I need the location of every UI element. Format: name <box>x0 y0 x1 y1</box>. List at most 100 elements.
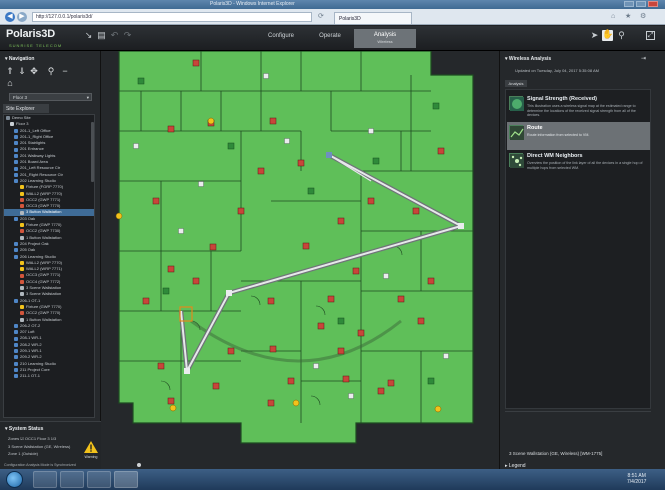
wireless-analysis-header[interactable]: ▾ Wireless Analysis <box>505 56 551 62</box>
sensor-icon <box>162 287 170 295</box>
refresh-icon[interactable]: ⟳ <box>318 13 325 20</box>
taskbar-app-active[interactable] <box>114 471 138 488</box>
collapse-icon[interactable]: ⇥ <box>641 55 646 62</box>
neighbors-thumbnail-icon <box>509 153 524 168</box>
light-fixture-icon <box>212 382 220 390</box>
rotate-icon[interactable]: ✥ <box>29 66 39 76</box>
analysis-item-title: Signal Strength (Received) <box>527 96 597 102</box>
site-explorer-tab[interactable]: Site Explorer <box>3 104 49 113</box>
navigation-header[interactable]: ▾ Navigation <box>5 56 34 62</box>
warning-device-icon <box>292 399 300 407</box>
wall-station-icon <box>198 181 204 187</box>
system-status-header[interactable]: ▾ System Status <box>5 426 43 432</box>
selected-device-footer: 3 Scene Wallstation (GE, Wireless) [WM-1… <box>509 451 603 456</box>
light-fixture-icon <box>377 387 385 395</box>
clock-date: 7/4/2017 <box>627 479 647 485</box>
taskbar-app-ie[interactable] <box>33 471 57 488</box>
room-icon <box>14 248 18 253</box>
warning-label: Warning <box>84 455 98 459</box>
tree-scrollbar[interactable] <box>91 122 94 182</box>
browser-tab-label: Polaris3D <box>339 16 361 22</box>
analysis-item-desc: Overview the position of the link layer … <box>527 161 643 170</box>
gear-icon[interactable]: ⚙ <box>640 13 647 20</box>
scroll-marker-icon <box>137 463 141 467</box>
taskbar-clock[interactable]: 8:51 AM 7/4/2017 <box>627 473 646 485</box>
zoom-out-icon[interactable]: − <box>60 66 70 76</box>
back-button[interactable]: ◀ <box>5 12 15 22</box>
pan-up-icon[interactable]: ⇑ <box>5 66 15 76</box>
analysis-item-route[interactable]: Route Route information from selected to… <box>507 122 650 150</box>
analysis-item-signal-strength[interactable]: Signal Strength (Received) This illustra… <box>507 93 650 121</box>
browser-tab[interactable]: Polaris3D <box>334 12 412 24</box>
taskbar-app-media[interactable] <box>87 471 111 488</box>
analysis-tab[interactable]: Analysis <box>505 80 527 87</box>
room-icon <box>14 361 18 366</box>
room-icon <box>14 242 18 247</box>
address-bar-region: ◀ ▶ http://127.0.0.1/polaris3d/ ⟳ Polari… <box>0 9 665 25</box>
room-icon <box>14 330 18 335</box>
close-window-button[interactable] <box>648 1 658 7</box>
save-icon[interactable]: ▤ <box>97 31 106 40</box>
wireless-analysis-title: Wireless Analysis <box>508 56 552 62</box>
fixture-icon <box>20 267 24 272</box>
forward-button[interactable]: ▶ <box>17 12 27 22</box>
sensor-icon <box>427 377 435 385</box>
sensor-icon <box>307 187 315 195</box>
start-button[interactable] <box>6 471 23 488</box>
light-fixture-icon <box>167 125 175 133</box>
fullscreen-icon[interactable]: ⤢ <box>646 31 655 40</box>
light-fixture-icon <box>287 377 295 385</box>
redo-icon[interactable]: ↷ <box>123 31 132 40</box>
sensor-icon <box>20 279 24 284</box>
app-logo-subtitle: SUNRISE TELECOM <box>9 43 63 48</box>
favorites-icon[interactable]: ★ <box>625 13 632 20</box>
light-fixture-icon <box>297 159 305 167</box>
tree-item[interactable]: 211-1 OT-1 <box>4 373 94 379</box>
floor-map-viewport[interactable] <box>101 51 499 469</box>
zoom-tool-icon[interactable]: ⚲ <box>617 31 626 40</box>
fixture-icon <box>20 191 24 196</box>
taskbar-app-explorer[interactable] <box>60 471 84 488</box>
analysis-item-desc: This illustration uses a wireless signal… <box>527 104 636 118</box>
status-footer: Configuration Analysis Mode is Synchroni… <box>4 463 76 467</box>
floor-plan-map[interactable] <box>101 51 499 469</box>
fixture-icon <box>20 305 24 310</box>
wall-station-icon <box>368 128 374 134</box>
maximize-button[interactable] <box>636 1 646 7</box>
route-hop-icon <box>184 368 190 374</box>
light-fixture-icon <box>269 345 277 353</box>
light-fixture-icon <box>357 329 365 337</box>
mode-tab-configure[interactable]: Configure <box>256 33 306 39</box>
home-icon[interactable]: ⌂ <box>611 13 618 20</box>
warning-icon[interactable] <box>84 441 98 454</box>
url-input[interactable]: http://127.0.0.1/polaris3d/ <box>32 12 312 22</box>
minimize-button[interactable] <box>624 1 634 7</box>
window-titlebar: Polaris3D - Windows Internet Explorer <box>0 0 665 9</box>
room-icon <box>14 216 18 221</box>
room-icon <box>14 323 18 328</box>
zoom-icon[interactable]: ⚲ <box>46 66 56 76</box>
floor-icon <box>10 122 14 127</box>
light-fixture-icon <box>237 207 245 215</box>
wall-station-icon <box>284 138 290 144</box>
light-fixture-icon <box>302 242 310 250</box>
pan-down-icon[interactable]: ⇓ <box>17 66 27 76</box>
mode-tab-operate[interactable]: Operate <box>310 33 350 39</box>
hand-tool-icon[interactable]: ✋ <box>602 30 613 41</box>
room-icon <box>14 179 18 184</box>
floor-select[interactable]: Floor 3 ▾ <box>9 93 92 101</box>
undo-icon[interactable]: ↶ <box>110 31 119 40</box>
site-explorer-tree: Demo Site Floor 3 201-1_Left Office 201-1_R… <box>3 114 95 418</box>
wall-station-icon <box>178 228 184 234</box>
room-icon <box>14 141 18 146</box>
tree-item-label: 211-1 OT-1 <box>20 373 40 379</box>
switch-icon <box>20 235 24 240</box>
light-fixture-icon <box>327 295 335 303</box>
analysis-item-direct-neighbors[interactable]: Direct WM Neighbors Overview the positio… <box>507 150 650 178</box>
light-fixture-icon <box>209 243 217 251</box>
mode-tab-analysis[interactable]: Analysis Wireless <box>354 29 416 48</box>
pointer-tool-icon[interactable]: ↘ <box>84 31 93 40</box>
home-view-icon[interactable]: ⌂ <box>5 78 15 88</box>
select-tool-icon[interactable]: ➤ <box>590 31 599 40</box>
sensor-icon <box>337 317 345 325</box>
